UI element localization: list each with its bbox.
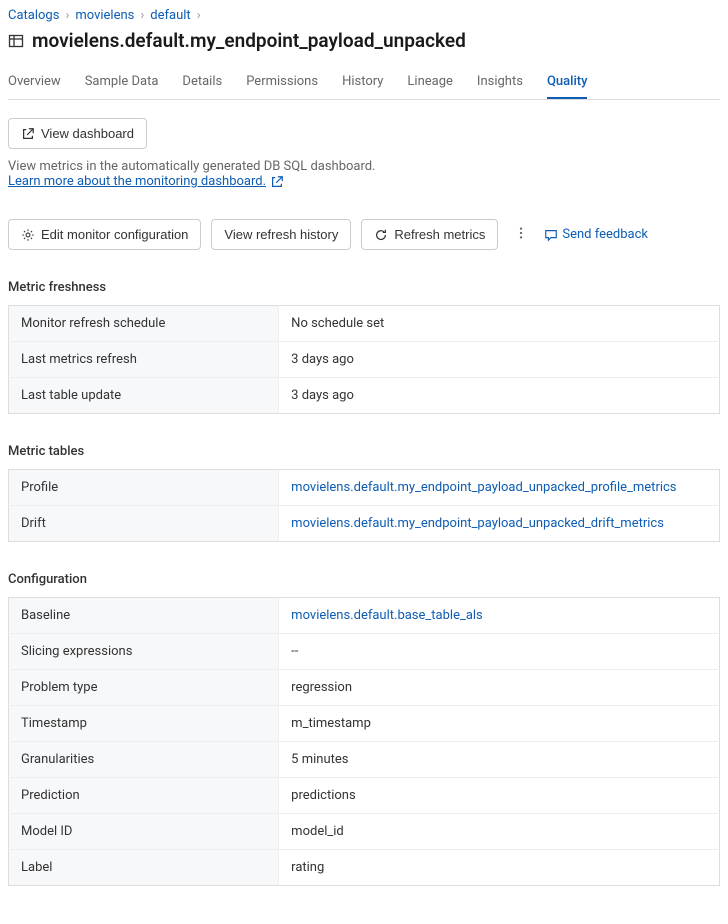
row-value: rating <box>279 850 720 886</box>
edit-monitor-button[interactable]: Edit monitor configuration <box>8 219 201 250</box>
breadcrumb-catalogs[interactable]: Catalogs <box>8 8 59 23</box>
breadcrumb-default[interactable]: default <box>150 8 190 23</box>
external-link-icon <box>21 127 35 141</box>
section-title-configuration: Configuration <box>8 572 720 587</box>
metric-tables-table: Profile movielens.default.my_endpoint_pa… <box>8 469 720 542</box>
tab-history[interactable]: History <box>342 66 383 99</box>
row-value: -- <box>279 634 720 670</box>
action-row: Edit monitor configuration View refresh … <box>8 219 720 250</box>
tab-quality[interactable]: Quality <box>547 66 588 99</box>
section-title-metric-freshness: Metric freshness <box>8 280 720 295</box>
row-value: 3 days ago <box>279 342 720 378</box>
profile-metrics-link[interactable]: movielens.default.my_endpoint_payload_un… <box>291 480 676 495</box>
row-value: predictions <box>279 778 720 814</box>
row-label: Granularities <box>9 742 279 778</box>
view-dashboard-button[interactable]: View dashboard <box>8 118 147 149</box>
table-row: Model ID model_id <box>9 814 720 850</box>
send-feedback-link[interactable]: Send feedback <box>544 227 648 242</box>
tab-lineage[interactable]: Lineage <box>407 66 453 99</box>
tab-sample-data[interactable]: Sample Data <box>85 66 159 99</box>
tab-permissions[interactable]: Permissions <box>246 66 318 99</box>
row-label: Last table update <box>9 378 279 414</box>
view-refresh-history-button[interactable]: View refresh history <box>211 219 351 250</box>
configuration-table: Baseline movielens.default.base_table_al… <box>8 597 720 886</box>
row-value: 5 minutes <box>279 742 720 778</box>
refresh-metrics-button[interactable]: Refresh metrics <box>361 219 498 250</box>
chevron-right-icon: › <box>65 8 69 23</box>
more-actions-button[interactable] <box>508 222 534 248</box>
view-dashboard-label: View dashboard <box>41 126 134 141</box>
learn-more-link[interactable]: Learn more about the monitoring dashboar… <box>8 174 284 189</box>
row-value: model_id <box>279 814 720 850</box>
breadcrumb: Catalogs › movielens › default › <box>8 8 720 23</box>
row-label: Profile <box>9 470 279 506</box>
row-label: Monitor refresh schedule <box>9 306 279 342</box>
row-label: Prediction <box>9 778 279 814</box>
breadcrumb-movielens[interactable]: movielens <box>75 8 134 23</box>
refresh-icon <box>374 228 388 242</box>
tab-overview[interactable]: Overview <box>8 66 61 99</box>
send-feedback-label: Send feedback <box>562 227 648 242</box>
row-label: Timestamp <box>9 706 279 742</box>
table-row: Timestamp m_timestamp <box>9 706 720 742</box>
chevron-right-icon: › <box>197 8 201 23</box>
row-label: Problem type <box>9 670 279 706</box>
refresh-metrics-label: Refresh metrics <box>394 227 485 242</box>
row-value: 3 days ago <box>279 378 720 414</box>
table-row: Label rating <box>9 850 720 886</box>
row-label: Last metrics refresh <box>9 342 279 378</box>
tabs: Overview Sample Data Details Permissions… <box>8 66 720 100</box>
row-label: Model ID <box>9 814 279 850</box>
chevron-right-icon: › <box>140 8 144 23</box>
edit-monitor-label: Edit monitor configuration <box>41 227 188 242</box>
drift-metrics-link[interactable]: movielens.default.my_endpoint_payload_un… <box>291 516 664 531</box>
view-refresh-history-label: View refresh history <box>224 227 338 242</box>
tab-details[interactable]: Details <box>182 66 222 99</box>
row-label: Slicing expressions <box>9 634 279 670</box>
metric-freshness-table: Monitor refresh schedule No schedule set… <box>8 305 720 414</box>
table-row: Drift movielens.default.my_endpoint_payl… <box>9 506 720 542</box>
row-value: m_timestamp <box>279 706 720 742</box>
page-title-row: movielens.default.my_endpoint_payload_un… <box>8 29 720 52</box>
dashboard-helper-text: View metrics in the automatically genera… <box>8 159 720 174</box>
table-row: Last table update 3 days ago <box>9 378 720 414</box>
tab-insights[interactable]: Insights <box>477 66 523 99</box>
table-row: Granularities 5 minutes <box>9 742 720 778</box>
row-value: No schedule set <box>279 306 720 342</box>
table-icon <box>8 33 24 49</box>
chat-icon <box>544 228 558 242</box>
row-value: movielens.default.base_table_als <box>279 598 720 634</box>
section-title-metric-tables: Metric tables <box>8 444 720 459</box>
row-value: regression <box>279 670 720 706</box>
row-value: movielens.default.my_endpoint_payload_un… <box>279 506 720 542</box>
table-row: Baseline movielens.default.base_table_al… <box>9 598 720 634</box>
table-row: Last metrics refresh 3 days ago <box>9 342 720 378</box>
row-label: Label <box>9 850 279 886</box>
row-label: Drift <box>9 506 279 542</box>
external-link-icon <box>270 175 284 189</box>
row-value: movielens.default.my_endpoint_payload_un… <box>279 470 720 506</box>
baseline-link[interactable]: movielens.default.base_table_als <box>291 608 483 623</box>
table-row: Prediction predictions <box>9 778 720 814</box>
row-label: Baseline <box>9 598 279 634</box>
kebab-icon <box>514 226 528 240</box>
table-row: Problem type regression <box>9 670 720 706</box>
learn-more-label: Learn more about the monitoring dashboar… <box>8 174 266 189</box>
table-row: Profile movielens.default.my_endpoint_pa… <box>9 470 720 506</box>
gear-icon <box>21 228 35 242</box>
page-title: movielens.default.my_endpoint_payload_un… <box>32 29 466 52</box>
table-row: Monitor refresh schedule No schedule set <box>9 306 720 342</box>
table-row: Slicing expressions -- <box>9 634 720 670</box>
